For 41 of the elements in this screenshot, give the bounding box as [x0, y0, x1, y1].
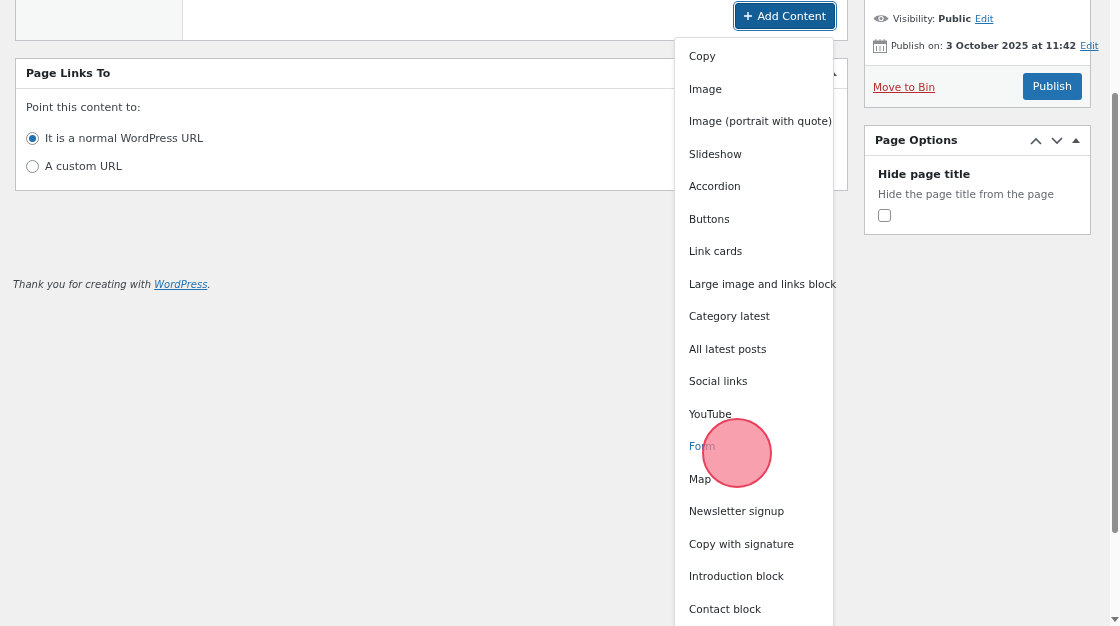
menu-item[interactable]: All latest posts: [675, 332, 833, 365]
visibility-text: Visibility: Public: [893, 13, 971, 24]
plus-icon: [744, 11, 753, 20]
radio-label: A custom URL: [45, 159, 122, 173]
menu-item[interactable]: Category latest: [675, 300, 833, 333]
checkbox[interactable]: [878, 209, 891, 222]
menu-item[interactable]: Image (portrait with quote): [675, 105, 833, 138]
publish-button[interactable]: Publish: [1022, 73, 1082, 100]
menu-item[interactable]: Link cards: [675, 235, 833, 268]
menu-item[interactable]: Buttons: [675, 202, 833, 235]
panel-title: Page Links To: [26, 67, 111, 80]
edit-link[interactable]: Edit: [1080, 40, 1099, 51]
menu-item[interactable]: Copy: [675, 40, 833, 73]
field-description: Hide the page title from the page: [878, 188, 1054, 200]
add-content-button[interactable]: Add Content: [735, 3, 835, 29]
prompt-text: Point this content to:: [26, 101, 142, 114]
radio-label: It is a normal WordPress URL: [45, 131, 204, 145]
menu-item[interactable]: Map: [675, 462, 833, 495]
menu-item[interactable]: Slideshow: [675, 137, 833, 170]
calendar-icon: [873, 38, 887, 53]
move-to-bin-link[interactable]: Move to Bin: [873, 80, 936, 93]
move-up-icon[interactable]: [1030, 136, 1042, 145]
menu-item[interactable]: Accordion: [675, 170, 833, 203]
publish-date-text: Publish on: 3 October 2025 at 11:42: [891, 40, 1077, 51]
collapse-toggle-icon[interactable]: [1072, 138, 1080, 143]
footer-text: Thank you for creating with WordPress.: [13, 279, 211, 290]
menu-item[interactable]: Social links: [675, 365, 833, 398]
edit-link[interactable]: Edit: [975, 13, 994, 24]
menu-item[interactable]: Image: [675, 72, 833, 105]
menu-item[interactable]: Contact block: [675, 592, 833, 625]
menu-item[interactable]: Copy with signature: [675, 527, 833, 560]
scrollbar-thumb[interactable]: [1112, 93, 1118, 533]
menu-item[interactable]: Newsletter signup: [675, 495, 833, 528]
menu-item[interactable]: YouTube: [675, 397, 833, 430]
eye-icon: [873, 13, 889, 24]
panel-title: Page Options: [875, 134, 958, 147]
menu-item[interactable]: Introduction block: [675, 560, 833, 593]
scrollbar[interactable]: [1110, 0, 1120, 626]
field-label: Hide page title: [878, 168, 971, 181]
scroll-down-icon[interactable]: [1111, 617, 1119, 622]
move-down-icon[interactable]: [1051, 136, 1063, 145]
